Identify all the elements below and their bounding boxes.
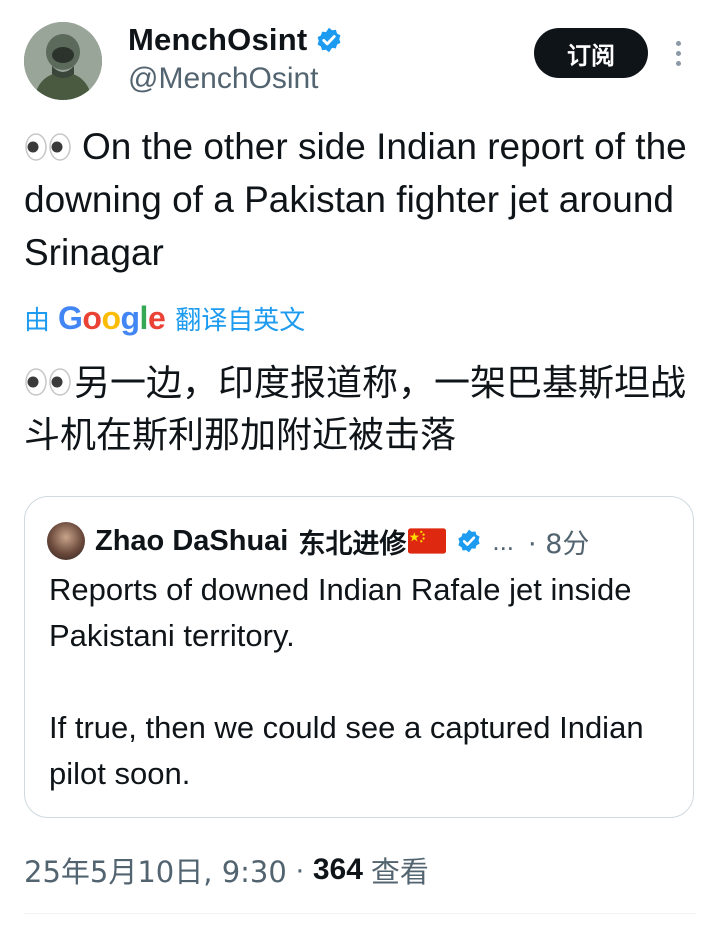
- quoted-ellipsis: ...: [492, 525, 515, 556]
- tweet-header: MenchOsint @MenchOsint 订阅: [24, 20, 696, 104]
- quoted-tweet-body: Reports of downed Indian Rafale jet insi…: [49, 567, 669, 797]
- views-count: 364: [312, 853, 363, 886]
- verified-badge-icon: [317, 27, 341, 53]
- subscribe-button[interactable]: 订阅: [534, 28, 648, 78]
- translation-attribution[interactable]: 由 Google 翻译自英文: [24, 296, 305, 340]
- author-avatar[interactable]: [24, 22, 102, 100]
- quoted-paragraph: If true, then we could see a captured In…: [49, 710, 644, 791]
- translation-prefix: 由: [24, 305, 51, 336]
- china-flag-icon: [408, 528, 447, 554]
- quoted-author-name[interactable]: Zhao DaShuai: [95, 525, 288, 558]
- more-options-icon[interactable]: [668, 32, 688, 74]
- quoted-timestamp[interactable]: · 8分: [528, 522, 589, 561]
- meta-separator: ·: [294, 853, 305, 886]
- tweet-timestamp[interactable]: 25年5月10日, 9:30: [24, 849, 287, 891]
- translation-suffix: 翻译自英文: [175, 305, 306, 336]
- verified-badge-icon: [458, 529, 480, 553]
- divider: [24, 913, 696, 914]
- tweet-text: On the other side Indian report of the d…: [24, 126, 687, 273]
- google-logo: Google: [58, 299, 166, 336]
- tweet-meta: 25年5月10日, 9:30 · 364 查看: [24, 846, 429, 894]
- quoted-paragraph: Reports of downed Indian Rafale jet insi…: [49, 572, 632, 653]
- quoted-author-avatar[interactable]: [47, 522, 85, 560]
- eyes-emoji-icon: [25, 368, 71, 396]
- translated-text: 另一边，印度报道称，一架巴基斯坦战斗机在斯利那加附近被击落: [24, 363, 687, 456]
- author-name-row: MenchOsint: [128, 20, 343, 60]
- translated-tweet-body: 另一边，印度报道称，一架巴基斯坦战斗机在斯利那加附近被击落: [24, 358, 704, 462]
- quoted-tweet-card[interactable]: Zhao DaShuai 东北进修 ... · 8分 Reports of do…: [24, 496, 694, 818]
- views-label: 查看: [370, 855, 429, 889]
- author-display-name[interactable]: MenchOsint: [128, 22, 307, 58]
- author-handle[interactable]: @MenchOsint: [128, 62, 319, 96]
- tweet-body: On the other side Indian report of the d…: [24, 120, 696, 279]
- quoted-tweet-header: Zhao DaShuai 东北进修 ... · 8分: [47, 521, 677, 561]
- eyes-emoji-icon: [25, 133, 71, 161]
- quoted-author-name-cn[interactable]: 东北进修: [298, 522, 406, 561]
- avatar-pilot-photo-icon: [24, 22, 102, 100]
